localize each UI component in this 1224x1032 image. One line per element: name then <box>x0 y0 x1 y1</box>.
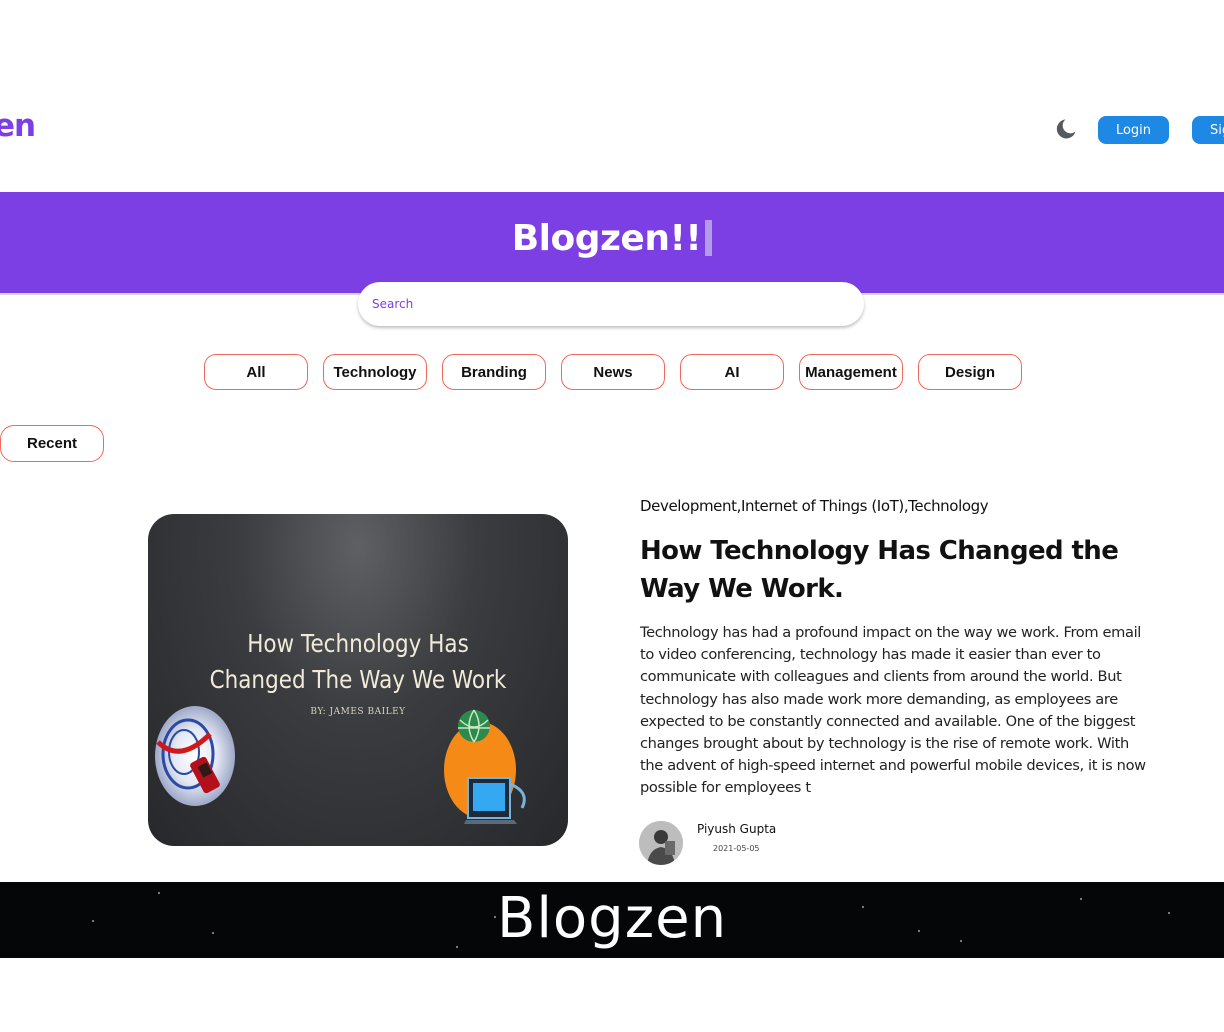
category-all-button[interactable]: All <box>204 354 308 390</box>
post-date: 2021-05-05 <box>713 844 760 853</box>
author-avatar[interactable] <box>639 821 683 865</box>
post-excerpt: Technology has had a profound impact on … <box>640 624 1146 797</box>
thumbnail-title-line1: How Technology Has <box>247 629 469 658</box>
footer-banner: Blogzen <box>0 882 1224 958</box>
author-name[interactable]: Piyush Gupta <box>697 822 776 836</box>
typing-caret <box>705 220 713 256</box>
author-avatar-image <box>639 821 683 865</box>
moon-icon[interactable] <box>1054 117 1078 141</box>
thumbnail-title: How Technology Has Changed The Way We Wo… <box>177 626 538 698</box>
category-design-button[interactable]: Design <box>918 354 1022 390</box>
recent-section-button[interactable]: Recent <box>0 425 104 462</box>
category-technology-button[interactable]: Technology <box>323 354 427 390</box>
post-thumbnail[interactable]: How Technology Has Changed The Way We Wo… <box>148 514 568 846</box>
category-management-button[interactable]: Management <box>799 354 903 390</box>
footer-title: Blogzen <box>496 886 728 951</box>
moon-icon-svg <box>1056 119 1076 139</box>
hero-title-wrap: Blogzen!! <box>0 218 1224 259</box>
category-news-button[interactable]: News <box>561 354 665 390</box>
site-logo[interactable]: en <box>0 108 36 144</box>
satellite-dish-icon <box>155 706 235 806</box>
signup-button[interactable]: Sig <box>1192 116 1224 144</box>
login-button[interactable]: Login <box>1098 116 1169 144</box>
post-categories: Development,Internet of Things (IoT),Tec… <box>640 497 989 515</box>
category-filter-row: All Technology Branding News AI Manageme… <box>204 354 1022 390</box>
hero-title: Blogzen!! <box>511 218 702 259</box>
hero-banner: Blogzen!! <box>0 192 1224 295</box>
thumbnail-title-line2: Changed The Way We Work <box>209 665 507 694</box>
category-ai-button[interactable]: AI <box>680 354 784 390</box>
category-branding-button[interactable]: Branding <box>442 354 546 390</box>
search-input[interactable] <box>358 282 864 326</box>
post-title[interactable]: How Technology Has Changed the Way We Wo… <box>640 532 1160 608</box>
computer-globe-icon <box>444 709 526 824</box>
